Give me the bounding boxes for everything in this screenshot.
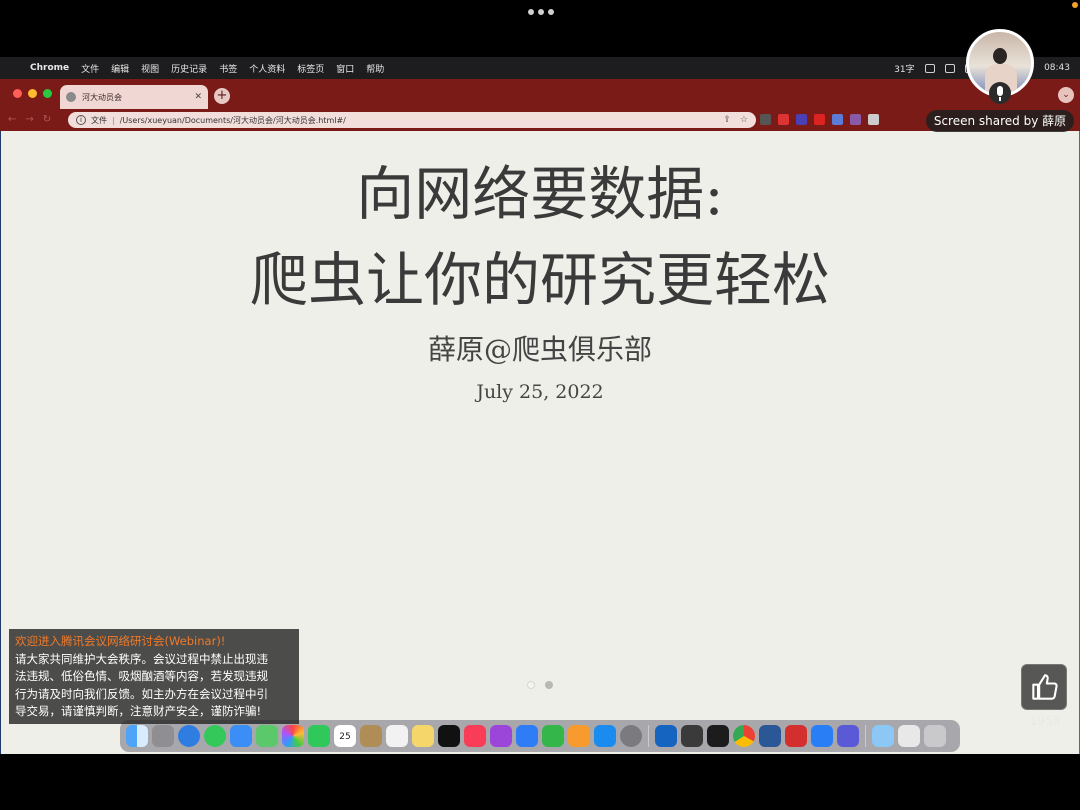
facetime-icon[interactable] [308,725,330,747]
menu-edit[interactable]: 编辑 [111,62,129,75]
forward-icon[interactable]: → [25,114,33,125]
music-icon[interactable] [464,725,486,747]
extension-icon[interactable] [850,114,861,125]
keynote-icon[interactable] [516,725,538,747]
mac-dock: 25 [120,720,960,752]
window-controls [13,89,52,98]
document-icon[interactable] [898,725,920,747]
extension-icon[interactable] [760,114,771,125]
acrobat-icon[interactable] [785,725,807,747]
bookmark-star-icon[interactable]: ☆ [740,115,748,125]
info-icon[interactable]: i [76,115,86,125]
menu-tabs[interactable]: 标签页 [297,62,324,75]
address-url[interactable]: /Users/xueyuan/Documents/河大动员会/河大动员会.htm… [120,115,715,126]
extension-icon[interactable] [832,114,843,125]
avatar-head [993,48,1007,64]
word-count[interactable]: 31字 [894,62,914,75]
podcasts-icon[interactable] [490,725,512,747]
mail-icon[interactable] [230,725,252,747]
extensions-area [760,114,879,125]
word-icon[interactable] [759,725,781,747]
menu-history[interactable]: 历史记录 [171,62,207,75]
slide-author: 薛原@爬虫俱乐部 [427,333,652,366]
safari-icon[interactable] [178,725,200,747]
menu-bookmarks[interactable]: 书签 [219,62,237,75]
slide-dot-1[interactable] [527,681,535,689]
clock[interactable]: 08:43 [1044,63,1070,73]
dock-separator [865,725,866,747]
reload-icon[interactable]: ↻ [43,114,51,125]
like-count: 1958 [1029,714,1061,728]
maps-icon[interactable] [256,725,278,747]
minimize-window-button[interactable] [28,89,37,98]
menu-app-name[interactable]: Chrome [30,63,69,73]
outlook-icon[interactable] [655,725,677,747]
apple-tv-icon[interactable] [438,725,460,747]
menu-profiles[interactable]: 个人资料 [249,62,285,75]
slide-title-line-2: 爬虫让你的研究更轻松 [249,246,830,314]
extension-icon[interactable] [868,114,879,125]
sublime-text-icon[interactable] [681,725,703,747]
slide-dot-2[interactable] [545,681,553,689]
address-separator: | [112,115,115,125]
emoji-icon[interactable] [924,63,935,73]
extension-icon[interactable] [814,114,825,125]
zoom-window-button[interactable] [43,89,52,98]
photos-icon[interactable] [282,725,304,747]
close-window-button[interactable] [13,89,22,98]
launchpad-grid-icon[interactable] [837,725,859,747]
extension-icon[interactable] [796,114,807,125]
address-scheme: 文件 [91,115,107,125]
screen-shared-label: Screen shared by 薛原 [926,110,1074,132]
navigation-controls: ← → ↻ [8,114,51,125]
system-preferences-icon[interactable] [620,725,642,747]
calendar-icon[interactable]: 25 [334,725,356,747]
back-icon[interactable]: ← [8,114,16,125]
more-dots-icon[interactable] [528,9,554,15]
close-tab-icon[interactable]: ✕ [194,92,202,102]
pages-icon[interactable] [568,725,590,747]
finder-icon[interactable] [126,725,148,747]
launchpad-icon[interactable] [152,725,174,747]
browser-toolbar: ← → ↻ i 文件 | /Users/xueyuan/Documents/河大… [0,109,1080,131]
numbers-icon[interactable] [542,725,564,747]
microphone-icon[interactable] [989,82,1011,104]
messages-icon[interactable] [204,725,226,747]
menu-file[interactable]: 文件 [81,62,99,75]
adblock-icon[interactable] [778,114,789,125]
menu-help[interactable]: 帮助 [366,62,384,75]
like-button[interactable] [1021,664,1067,710]
app-store-icon[interactable] [594,725,616,747]
contacts-icon[interactable] [360,725,382,747]
slide-pagination [527,681,553,689]
dock-separator [648,725,649,747]
mac-menu-bar: Chrome 文件 编辑 视图 历史记录 书签 个人资料 标签页 窗口 帮助 3… [0,57,1080,79]
slide-title-line-1: 向网络要数据: [356,160,724,228]
menu-window[interactable]: 窗口 [336,62,354,75]
webinar-notice: 欢迎进入腾讯会议网络研讨会(Webinar)! 请大家共同维护大会秩序。会议过程… [9,629,299,724]
reminders-icon[interactable] [386,725,408,747]
trash-icon[interactable] [924,725,946,747]
text-cursor-icon: I [501,281,505,295]
browser-tab-strip: 河大动员会 ✕ + ⌄ [0,79,1080,109]
notice-body: 请大家共同维护大会秩序。会议过程中禁止出现违 法违规、低俗色情、吸烟酗酒等内容，… [15,651,268,719]
notes-icon[interactable] [412,725,434,747]
address-bar[interactable]: i 文件 | /Users/xueyuan/Documents/河大动员会/河大… [68,112,756,128]
menu-view[interactable]: 视图 [141,62,159,75]
dropbox-icon[interactable] [944,63,955,73]
globe-icon [66,92,76,102]
slide-date: July 25, 2022 [476,381,604,403]
folder-icon[interactable] [872,725,894,747]
chrome-icon[interactable] [733,725,755,747]
recording-indicator [1072,2,1078,8]
terminal-icon[interactable] [707,725,729,747]
tencent-meeting-icon[interactable] [811,725,833,747]
tab-title: 河大动员会 [82,92,122,102]
notice-title: 欢迎进入腾讯会议网络研讨会(Webinar)! [15,634,226,648]
tab-search-chevron-icon[interactable]: ⌄ [1058,87,1074,103]
thumbs-up-icon [1032,674,1058,700]
new-tab-button[interactable]: + [214,88,230,104]
share-icon[interactable]: ⇪ [723,115,731,125]
browser-tab[interactable]: 河大动员会 ✕ [60,85,208,109]
